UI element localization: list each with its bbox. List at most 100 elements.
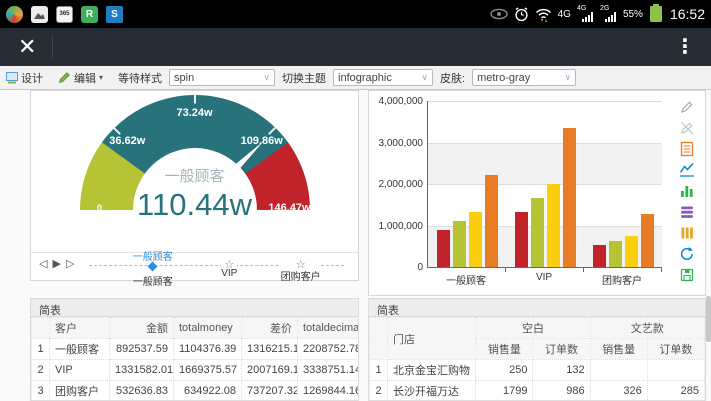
table-cell: 长沙开福万达	[388, 381, 476, 401]
group-column-header: 空白	[476, 318, 590, 339]
data-view-icon[interactable]	[679, 141, 695, 157]
y-axis-tick-label: 4,000,000	[369, 96, 423, 107]
bar-金额[interactable]	[593, 245, 606, 267]
table-row[interactable]: 1一般顾客892537.591104376.391316215.19220875…	[32, 339, 359, 360]
skin-select[interactable]: metro-gray ∨	[472, 69, 576, 86]
timeline-item-3[interactable]: ☆团购客户	[281, 260, 321, 283]
line-chart-icon[interactable]	[679, 162, 695, 178]
table-cell: 1799	[476, 381, 533, 401]
timeline-item-label: 一般顾客	[133, 273, 173, 288]
r-app-icon: R	[81, 6, 98, 23]
summary-table-card-right: 简表 门店空白文艺款销售量订单数销售量订单数1北京金宝汇购物2501322长沙开…	[368, 298, 706, 401]
table-cell: 2007169.13	[242, 360, 298, 381]
timeline-item-1[interactable]: 一般顾客一般顾客	[133, 260, 173, 288]
tiled-icon[interactable]	[679, 225, 695, 241]
mark-icon[interactable]	[679, 99, 695, 115]
vertical-scrollbar-thumb[interactable]	[706, 296, 711, 342]
table-cell: 团购客户	[50, 381, 110, 401]
alarm-clock-icon	[514, 7, 529, 22]
bar-差价[interactable]	[469, 212, 482, 267]
x-axis-category-label: 一般顾客	[446, 272, 486, 287]
bar-差价[interactable]	[547, 184, 560, 267]
timeline-track: 一般顾客一般顾客☆VIP☆团购客户	[89, 265, 344, 266]
row-number-header	[370, 318, 388, 360]
overflow-menu-button[interactable]: ⋮	[675, 37, 695, 57]
table-title: 简表	[31, 299, 358, 317]
timeline-play-button[interactable]: ▶	[52, 257, 60, 270]
close-button[interactable]: ✕	[18, 36, 36, 58]
report-content: 一般顾客 110.44w 036.62w73.24w109.86w146.47w…	[0, 90, 711, 401]
timeline-item-label: VIP	[221, 268, 237, 279]
wait-style-select[interactable]: spin ∨	[169, 69, 275, 86]
bar-totalmoney[interactable]	[531, 198, 544, 267]
gauge-axis-label: 36.62w	[109, 135, 145, 147]
stack-icon[interactable]	[679, 204, 695, 220]
bar-差价[interactable]	[625, 236, 638, 267]
column-header: totaldecimal	[298, 318, 359, 339]
bar-金额[interactable]	[515, 212, 528, 267]
table-cell: 132	[533, 360, 590, 381]
table-cell: 1	[370, 360, 388, 381]
table-cell	[590, 360, 647, 381]
table-header-row: 客户金额totalmoney差价totaldecimal	[32, 318, 359, 339]
x-axis-tick	[505, 268, 506, 272]
design-label: 设计	[21, 70, 43, 86]
table-row[interactable]: 3团购客户532636.83634922.08737207.321269844.…	[32, 381, 359, 401]
y-axis-tick-label: 0	[369, 262, 423, 273]
bar-totalmoney[interactable]	[609, 241, 622, 267]
x-axis-tick	[661, 268, 662, 272]
edit-button[interactable]: 编辑 ▾	[58, 70, 103, 86]
wait-style-value: spin	[174, 72, 194, 84]
table-row[interactable]: 2VIP1331582.011669375.572007169.13333875…	[32, 360, 359, 381]
wait-style-label: 等待样式	[118, 70, 162, 86]
table-row[interactable]: 1北京金宝汇购物250132	[370, 360, 705, 381]
grid-line	[428, 101, 662, 102]
bar-group	[584, 214, 662, 267]
bar-totaldecimal[interactable]	[641, 214, 654, 267]
bar-totalmoney[interactable]	[453, 221, 466, 267]
design-button[interactable]: 设计	[6, 70, 43, 86]
table-header-row: 门店空白文艺款	[370, 318, 705, 339]
refresh-icon[interactable]	[679, 246, 695, 262]
gauge-axis-label: 146.47w	[268, 202, 310, 214]
battery-percent-label: 55%	[623, 9, 643, 20]
table-cell: 1	[32, 339, 50, 360]
save-icon[interactable]	[679, 267, 695, 283]
wifi-icon	[535, 7, 552, 22]
timeline-control: ◁ ▶ ▷ 一般顾客一般顾客☆VIP☆团购客户	[31, 252, 358, 280]
timeline-item-2[interactable]: ☆VIP	[221, 260, 237, 279]
bar-chart-icon[interactable]	[679, 183, 695, 199]
y-axis-tick-label: 3,000,000	[369, 138, 423, 149]
gauge-axis-label: 0	[97, 203, 102, 213]
clock-label: 16:52	[670, 6, 705, 22]
table-cell: 一般顾客	[50, 339, 110, 360]
table-cell: 2	[370, 381, 388, 401]
sub-column-header: 订单数	[647, 339, 704, 360]
theme-select[interactable]: infographic ∨	[333, 69, 433, 86]
table-cell: 3	[32, 381, 50, 401]
theme-label: 切换主题	[282, 70, 326, 86]
notification-icons: 365 R S	[6, 6, 123, 23]
bar-金额[interactable]	[437, 230, 450, 267]
report-toolbar: 设计 编辑 ▾ 等待样式 spin ∨ 切换主题 infographic ∨ 皮…	[0, 66, 711, 90]
smart-stay-eye-icon	[490, 8, 508, 20]
gallery-icon	[31, 6, 48, 23]
table-cell: 532636.83	[110, 381, 174, 401]
bar-totaldecimal[interactable]	[563, 128, 576, 267]
caret-down-icon: ▾	[99, 73, 103, 82]
active-point-marker-icon	[148, 262, 158, 272]
column-header	[32, 318, 50, 339]
bar-totaldecimal[interactable]	[485, 175, 498, 267]
table-cell: 737207.32	[242, 381, 298, 401]
group-column-header: 文艺款	[590, 318, 704, 339]
unmark-icon[interactable]	[679, 120, 695, 136]
sub-column-header: 销售量	[476, 339, 533, 360]
timeline-next-button[interactable]: ▷	[66, 257, 74, 270]
table-row[interactable]: 2长沙开福万达1799986326285	[370, 381, 705, 401]
gauge-chart-panel: 一般顾客 110.44w 036.62w73.24w109.86w146.47w…	[30, 90, 359, 281]
timeline-prev-button[interactable]: ◁	[39, 257, 47, 270]
y-axis-tick-label: 1,000,000	[369, 221, 423, 232]
store-sales-table: 门店空白文艺款销售量订单数销售量订单数1北京金宝汇购物2501322长沙开福万达…	[369, 317, 705, 401]
column-header: 差价	[242, 318, 298, 339]
chart-toolbox	[679, 99, 695, 283]
